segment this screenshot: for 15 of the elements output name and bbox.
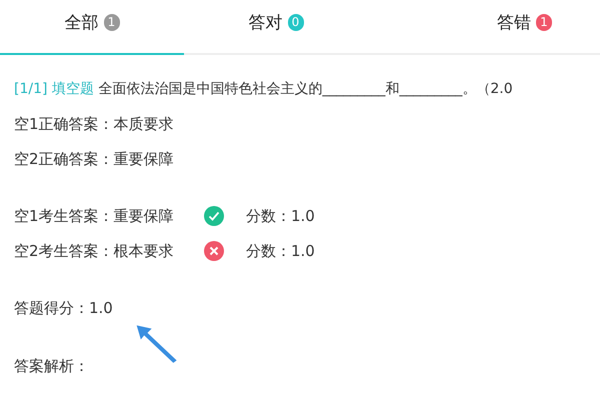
score-text: 分数：1.0 <box>246 241 315 262</box>
count-badge: 1 <box>536 14 552 31</box>
correct-answer: 空2正确答案：重要保障 <box>14 149 175 170</box>
total-score: 答题得分：1.0 <box>14 298 114 319</box>
score-text: 分数：1.0 <box>246 206 315 227</box>
student-answer: 空2考生答案：根本要求 <box>14 241 175 262</box>
analysis-label: 答案解析： <box>14 356 90 377</box>
filter-tab[interactable]: 答错 1 <box>368 0 600 55</box>
correct-answer: 空1正确答案：本质要求 <box>14 114 175 135</box>
count-badge: 1 <box>104 14 120 31</box>
count-badge: 0 <box>288 14 304 31</box>
filter-tab[interactable]: 答对 0 <box>184 0 368 55</box>
question-text: [1/1] 填空题 全面依法治国是中国特色社会主义的_________和_________。（2.0 <box>14 80 514 99</box>
student-answer: 空1考生答案：重要保障 <box>14 206 175 227</box>
filter-tab[interactable]: 全部 1 <box>0 0 184 55</box>
